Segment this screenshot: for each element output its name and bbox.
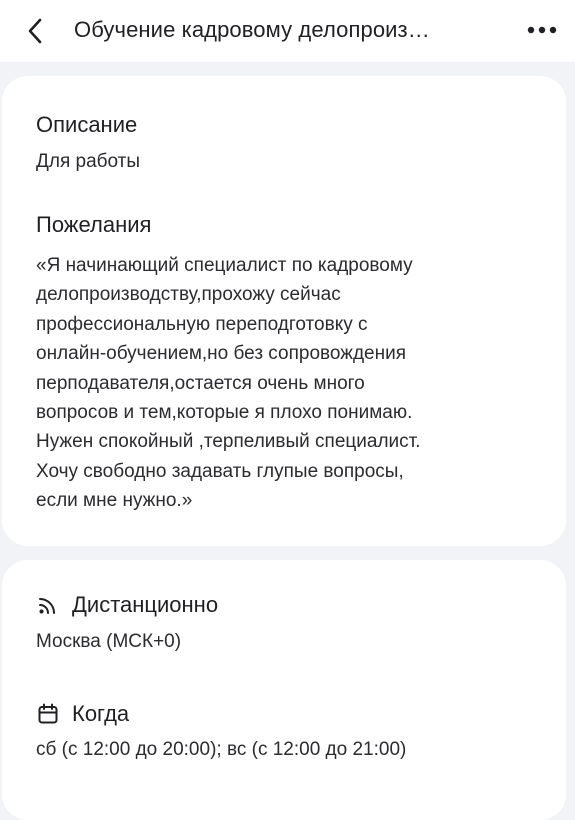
description-title: Описание [36, 112, 138, 137]
wishes-line: Хочу свободно задавать глупые вопросы, [36, 460, 404, 482]
wishes-line: если мне нужно.» [36, 490, 193, 512]
wishes-line: делопроизводству,прохожу сейчас [36, 284, 341, 306]
logistics-card: Дистанционно Москва (МСК+0) Когда сб (с … [2, 560, 566, 820]
wishes-line: перподавателя,остается очень много [36, 372, 365, 394]
calendar-icon [36, 702, 60, 726]
more-button[interactable] [524, 15, 560, 45]
more-horizontal-icon [527, 26, 557, 34]
broadcast-icon [36, 593, 60, 617]
details-card: Описание Для работы Пожелания «Я начинаю… [2, 76, 566, 546]
description-text: Для работы [36, 151, 141, 172]
schedule-text: сб (с 12:00 до 20:00); вс (с 12:00 до 21… [36, 739, 407, 760]
schedule-row: Когда [36, 699, 129, 729]
back-button[interactable] [18, 12, 52, 50]
wishes-line: Нужен спокойный ,терпеливый специалист. [36, 431, 421, 453]
wishes-line: вопросов и тем,которые я плохо понимаю. [36, 402, 413, 424]
wishes-line: онлайн-обучением,но без сопровождения [36, 343, 406, 365]
format-row: Дистанционно [36, 590, 218, 620]
wishes-title: Пожелания [36, 212, 152, 237]
wishes-text: «Я начинающий специалист по кадровому де… [36, 251, 536, 516]
format-title: Дистанционно [72, 592, 219, 617]
schedule-title: Когда [72, 701, 130, 726]
format-text: Москва (МСК+0) [36, 631, 182, 652]
wishes-line: «Я начинающий специалист по кадровому [36, 255, 413, 276]
top-bar: Обучение кадровому делопроиз… [0, 0, 575, 62]
wishes-line: профессиональную переподготовку с [36, 313, 368, 335]
page-title: Обучение кадровому делопроиз… [74, 17, 430, 42]
chevron-left-icon [28, 18, 42, 44]
